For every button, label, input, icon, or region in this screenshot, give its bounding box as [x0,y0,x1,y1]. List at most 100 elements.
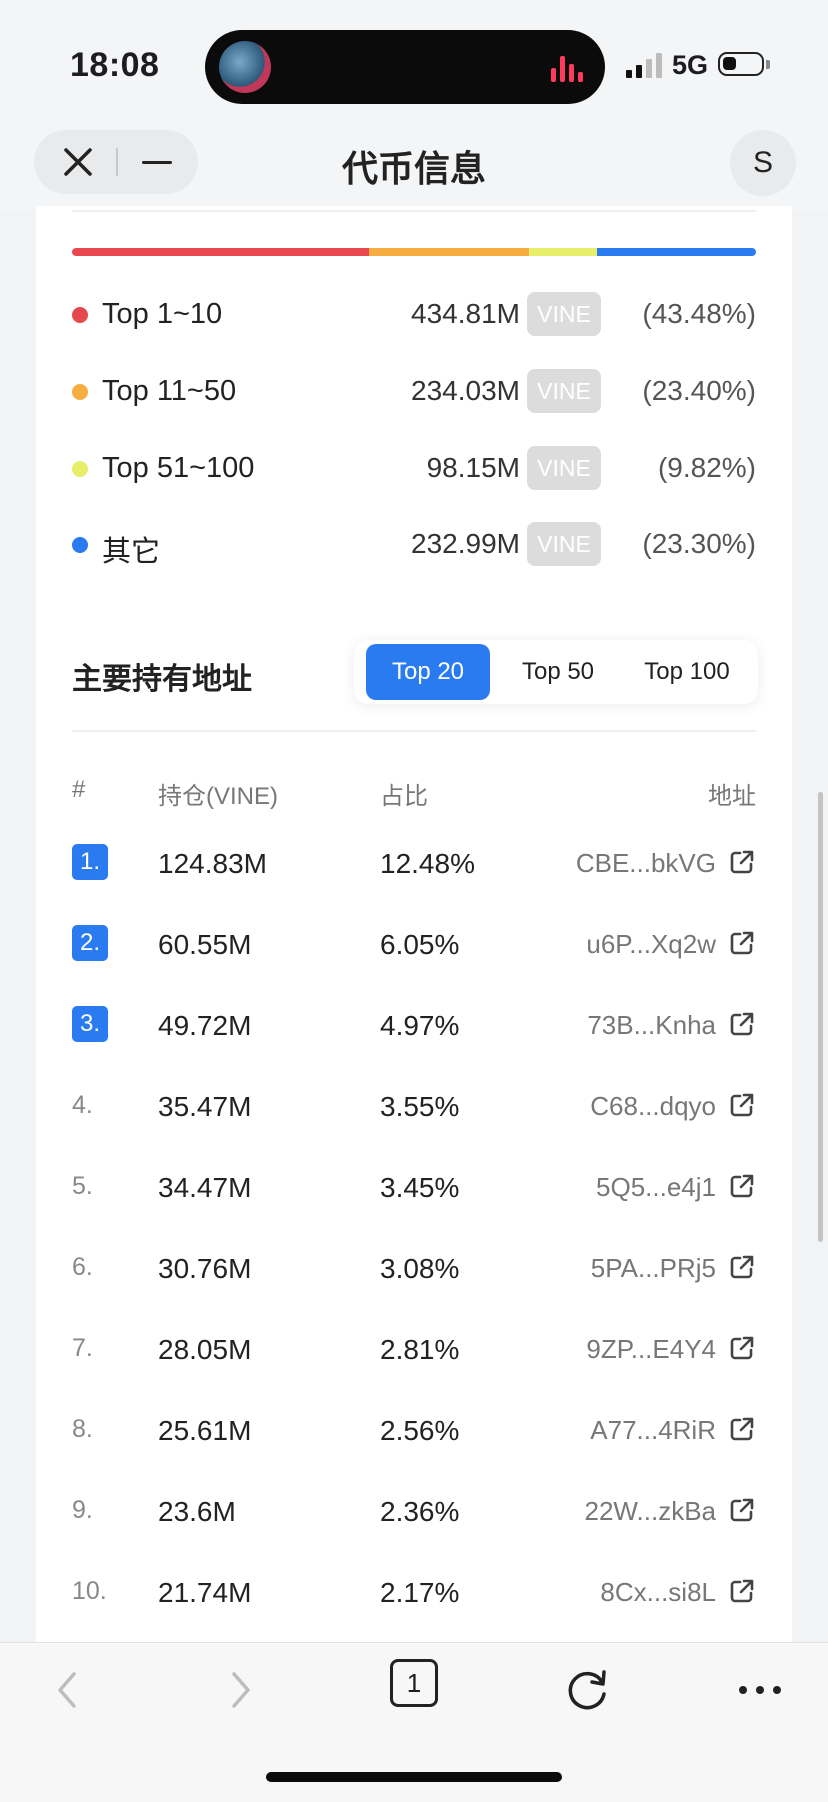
tab-top-20[interactable]: Top 20 [366,644,490,700]
distribution-segment [72,248,370,256]
col-address-header: 地址 [708,783,756,810]
legend-dot [72,537,88,553]
external-link-icon[interactable] [728,1172,756,1200]
profile-avatar[interactable]: S [730,130,796,196]
table-row[interactable]: 1. 124.83M 12.48% CBE...bkVG [72,828,756,908]
tab-count-button[interactable]: 1 [390,1659,438,1707]
ratio-value: 2.17% [380,1577,460,1608]
distribution-row: 其它 232.99M VINE (23.30%) [72,520,756,570]
table-row[interactable]: 7. 28.05M 2.81% 9ZP...E4Y4 [72,1314,756,1394]
range-percent: (9.82%) [657,452,756,483]
table-row[interactable]: 5. 34.47M 3.45% 5Q5...e4j1 [72,1152,756,1232]
ratio-value: 3.55% [380,1091,460,1122]
scrollbar[interactable] [818,792,823,1242]
holding-value: 60.55M [158,929,252,960]
external-link-icon[interactable] [728,848,756,876]
address-value[interactable]: CBE...bkVG [576,848,716,879]
holding-value: 34.47M [158,1172,252,1203]
chevron-left-icon[interactable] [38,1660,98,1720]
home-indicator[interactable] [266,1772,562,1782]
rank-label: 8. [72,1415,93,1443]
holding-value: 124.83M [158,848,267,879]
address-value[interactable]: A77...4RiR [590,1415,716,1446]
page-title: 代币信息 [341,148,486,189]
network-type: 5G [672,50,709,80]
token-tag: VINE [527,292,601,336]
rank-label: 5. [72,1172,93,1200]
holding-value: 28.05M [158,1334,252,1365]
legend-dot [72,461,88,477]
rank-label: 7. [72,1334,93,1362]
ratio-value: 2.56% [380,1415,460,1446]
table-row[interactable]: 4. 35.47M 3.55% C68...dqyo [72,1071,756,1151]
ratio-value: 3.08% [380,1253,460,1284]
now-playing-artwork [219,41,271,93]
range-label: 其它 [102,536,161,568]
tab-top-100[interactable]: Top 100 [624,644,750,700]
address-value[interactable]: 73B...Knha [587,1010,716,1041]
token-tag: VINE [527,446,601,490]
external-link-icon[interactable] [728,1496,756,1524]
address-value[interactable]: 8Cx...si8L [600,1577,716,1608]
table-row[interactable]: 10. 21.74M 2.17% 8Cx...si8L [72,1557,756,1637]
address-value[interactable]: 22W...zkBa [585,1496,717,1527]
token-tag: VINE [527,522,601,566]
address-value[interactable]: 9ZP...E4Y4 [586,1334,716,1365]
range-percent: (43.48%) [642,298,756,329]
range-percent: (23.40%) [642,375,756,406]
address-value[interactable]: u6P...Xq2w [586,929,716,960]
table-row[interactable]: 8. 25.61M 2.56% A77...4RiR [72,1395,756,1475]
top-holders-tabs: Top 20 Top 50 Top 100 [354,640,758,704]
address-value[interactable]: C68...dqyo [590,1091,716,1122]
legend-dot [72,384,88,400]
ratio-value: 6.05% [380,929,460,960]
distribution-segment [529,248,597,256]
range-amount: 98.15M [426,452,520,483]
legend-dot [72,307,88,323]
battery-tip [766,60,770,69]
section-title: 主要持有地址 [72,663,252,696]
range-amount: 234.03M [411,375,520,406]
dynamic-island[interactable] [205,30,605,104]
external-link-icon[interactable] [728,1091,756,1119]
external-link-icon[interactable] [728,1334,756,1362]
section-divider [72,730,756,732]
distribution-segment [369,248,530,256]
status-time: 18:08 [70,46,160,84]
rank-label: 9. [72,1496,93,1524]
external-link-icon[interactable] [728,1010,756,1038]
range-amount: 232.99M [411,528,520,559]
address-value[interactable]: 5Q5...e4j1 [596,1172,716,1203]
ratio-value: 4.97% [380,1010,460,1041]
range-label: Top 1~10 [102,298,223,330]
address-value[interactable]: 5PA...PRj5 [591,1253,716,1284]
table-row[interactable]: 3. 49.72M 4.97% 73B...Knha [72,990,756,1070]
chevron-right-icon[interactable] [210,1660,270,1720]
distribution-segment [596,248,756,256]
tab-top-50[interactable]: Top 50 [496,644,620,700]
holding-value: 23.6M [158,1496,236,1527]
rank-label: 4. [72,1091,93,1119]
ratio-value: 3.45% [380,1172,460,1203]
external-link-icon[interactable] [728,1577,756,1605]
table-row[interactable]: 6. 30.76M 3.08% 5PA...PRj5 [72,1233,756,1313]
distribution-bar [72,248,756,256]
table-row[interactable]: 9. 23.6M 2.36% 22W...zkBa [72,1476,756,1556]
rank-label: 3. [72,1006,108,1042]
external-link-icon[interactable] [728,1253,756,1281]
external-link-icon[interactable] [728,929,756,957]
holding-value: 30.76M [158,1253,252,1284]
distribution-row: Top 11~50 234.03M VINE (23.40%) [72,367,756,417]
rank-label: 2. [72,925,108,961]
holding-value: 49.72M [158,1010,252,1041]
table-row[interactable]: 2. 60.55M 6.05% u6P...Xq2w [72,909,756,989]
external-link-icon[interactable] [728,1415,756,1443]
rank-label: 6. [72,1253,93,1281]
audio-wave-icon [551,54,583,82]
top-divider [72,210,756,212]
col-holding-header: 持仓(VINE) [158,783,278,810]
reload-icon[interactable] [558,1660,618,1720]
more-icon[interactable] [730,1660,790,1720]
battery-icon [718,52,764,76]
rank-label: 1. [72,844,108,880]
